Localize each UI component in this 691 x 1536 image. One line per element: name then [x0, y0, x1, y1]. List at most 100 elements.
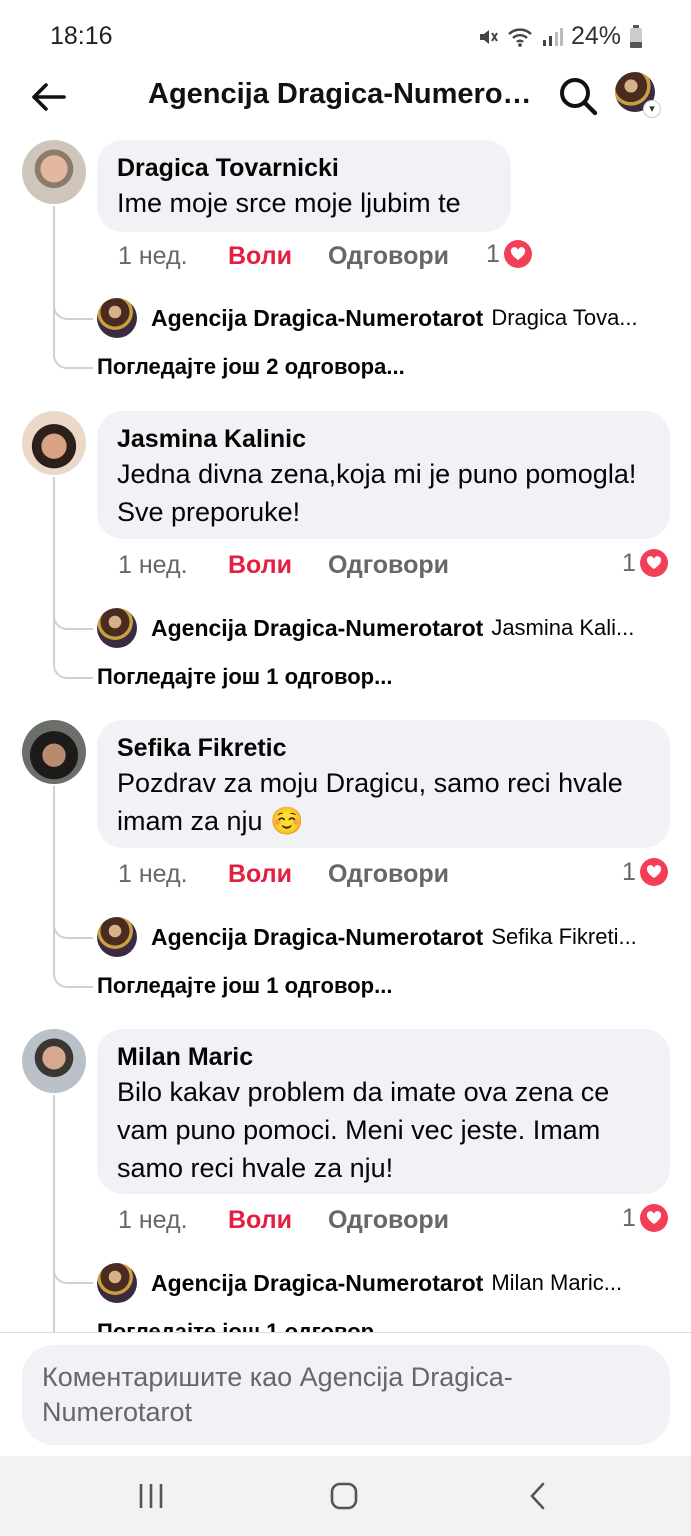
thread-curve — [53, 925, 93, 939]
comment-composer: Коментаришите као Agencija Dragica-Numer… — [0, 1332, 691, 1456]
wifi-icon — [508, 27, 532, 47]
search-button[interactable] — [556, 74, 600, 118]
reply-button[interactable]: Одговори — [328, 551, 449, 580]
reaction-count[interactable]: 1 — [622, 543, 668, 583]
comment-bubble[interactable]: Jasmina Kalinic Jedna divna zena,koja mi… — [97, 411, 670, 539]
comment-text: Bilo kakav problem da imate ova zena ce … — [117, 1077, 610, 1183]
heart-icon — [503, 240, 532, 268]
comment-text: Jedna divna zena,koja mi je puno pomogla… — [117, 459, 637, 527]
thread-line — [53, 1095, 55, 1332]
header: Agencija Dragica-Numerotarot ▾ — [0, 72, 691, 122]
home-icon — [330, 1482, 358, 1510]
avatar[interactable] — [22, 1029, 86, 1093]
comments-list[interactable]: Dragica Tovarnicki Ime moje srce moje lj… — [0, 130, 691, 1332]
avatar[interactable] — [22, 720, 86, 784]
profile-switcher[interactable]: ▾ — [615, 72, 661, 118]
comment-author[interactable]: Dragica Tovarnicki — [117, 152, 491, 184]
system-back-button[interactable] — [518, 1478, 558, 1514]
status-icons: 24% — [477, 22, 643, 51]
mute-icon — [479, 29, 498, 44]
recents-button[interactable] — [131, 1478, 171, 1514]
reply-snippet: Milan Maric... — [491, 1270, 623, 1295]
reply-preview[interactable]: Agencija Dragica-Numerotarot Jasmina Kal… — [97, 608, 671, 648]
reaction-count[interactable]: 1 — [622, 1198, 668, 1238]
comment-author[interactable]: Sefika Fikretic — [117, 732, 650, 764]
reply-snippet: Dragica Tova... — [491, 305, 638, 330]
comment-bubble[interactable]: Milan Maric Bilo kakav problem da imate … — [97, 1029, 670, 1194]
like-button[interactable]: Воли — [228, 1206, 328, 1235]
comment-bubble[interactable]: Sefika Fikretic Pozdrav za moju Dragicu,… — [97, 720, 670, 848]
view-more-replies-link[interactable]: Погледајте још 2 одговора... — [97, 354, 405, 380]
reply-preview[interactable]: Agencija Dragica-Numerotarot Milan Maric… — [97, 1263, 671, 1303]
chevron-down-icon: ▾ — [643, 100, 661, 118]
battery-icon — [630, 24, 642, 48]
reply-snippet: Sefika Fikreti... — [491, 924, 637, 949]
thread-curve — [53, 355, 93, 369]
back-button[interactable] — [28, 77, 68, 117]
status-time: 18:16 — [50, 22, 113, 50]
heart-icon — [639, 549, 668, 577]
like-button[interactable]: Воли — [228, 860, 328, 889]
signal-icon — [542, 27, 563, 46]
system-nav-bar — [0, 1456, 691, 1536]
recents-icon — [139, 1484, 163, 1508]
comment-text: Ime moje srce moje ljubim te — [117, 188, 461, 218]
comment-actions: 1 нед. Воли Одговори — [118, 854, 449, 894]
avatar — [97, 608, 137, 648]
thread-curve — [53, 1270, 93, 1284]
reply-author: Agencija Dragica-Numerotarot — [151, 923, 484, 950]
view-more-replies-link[interactable]: Погледајте још 1 одговор... — [97, 1319, 392, 1332]
reaction-number: 1 — [622, 548, 636, 577]
reply-author: Agencija Dragica-Numerotarot — [151, 304, 484, 331]
thread-curve — [53, 974, 93, 988]
arrow-left-icon — [32, 83, 66, 111]
thread-line — [53, 477, 55, 665]
reaction-number: 1 — [622, 857, 636, 886]
reply-button[interactable]: Одговори — [328, 1206, 449, 1235]
thread-line — [53, 206, 55, 356]
comment-time: 1 нед. — [118, 550, 188, 579]
reply-button[interactable]: Одговори — [328, 242, 449, 271]
comment-actions: 1 нед. Воли Одговори — [118, 1200, 449, 1240]
heart-icon — [639, 858, 668, 886]
like-button[interactable]: Воли — [228, 242, 328, 271]
thread-curve — [53, 306, 93, 320]
home-button[interactable] — [324, 1478, 364, 1514]
reply-preview[interactable]: Agencija Dragica-Numerotarot Dragica Tov… — [97, 298, 671, 338]
reaction-count[interactable]: 1 — [486, 234, 532, 274]
reaction-number: 1 — [622, 1203, 636, 1232]
avatar — [97, 1263, 137, 1303]
reply-author: Agencija Dragica-Numerotarot — [151, 614, 484, 641]
heart-icon — [639, 1204, 668, 1232]
avatar — [97, 298, 137, 338]
reply-snippet: Jasmina Kali... — [491, 615, 635, 640]
comment-actions: 1 нед. Воли Одговори — [118, 236, 449, 276]
thread-curve — [53, 616, 93, 630]
reply-preview[interactable]: Agencija Dragica-Numerotarot Sefika Fikr… — [97, 917, 671, 957]
back-icon — [530, 1482, 545, 1510]
search-icon — [560, 78, 598, 116]
reaction-count[interactable]: 1 — [622, 852, 668, 892]
avatar[interactable] — [22, 140, 86, 204]
comment-input[interactable]: Коментаришите као Agencija Dragica-Numer… — [22, 1345, 670, 1445]
avatar[interactable] — [22, 411, 86, 475]
comment-author[interactable]: Jasmina Kalinic — [117, 423, 650, 455]
page-title: Agencija Dragica-Numerotarot — [148, 78, 540, 110]
reply-author: Agencija Dragica-Numerotarot — [151, 1269, 484, 1296]
comment-bubble[interactable]: Dragica Tovarnicki Ime moje srce moje lj… — [97, 140, 511, 232]
avatar — [97, 917, 137, 957]
comment-actions: 1 нед. Воли Одговори — [118, 545, 449, 585]
comment-time: 1 нед. — [118, 1205, 188, 1234]
reaction-number: 1 — [486, 239, 500, 268]
view-more-replies-link[interactable]: Погледајте још 1 одговор... — [97, 664, 392, 690]
comment-author[interactable]: Milan Maric — [117, 1041, 650, 1073]
like-button[interactable]: Воли — [228, 551, 328, 580]
thread-curve — [53, 665, 93, 679]
status-bar: 18:16 24% — [0, 0, 691, 72]
comment-time: 1 нед. — [118, 241, 188, 270]
view-more-replies-link[interactable]: Погледајте још 1 одговор... — [97, 973, 392, 999]
reply-button[interactable]: Одговори — [328, 860, 449, 889]
comment-time: 1 нед. — [118, 859, 188, 888]
battery-percent: 24% — [570, 22, 621, 50]
thread-line — [53, 786, 55, 974]
